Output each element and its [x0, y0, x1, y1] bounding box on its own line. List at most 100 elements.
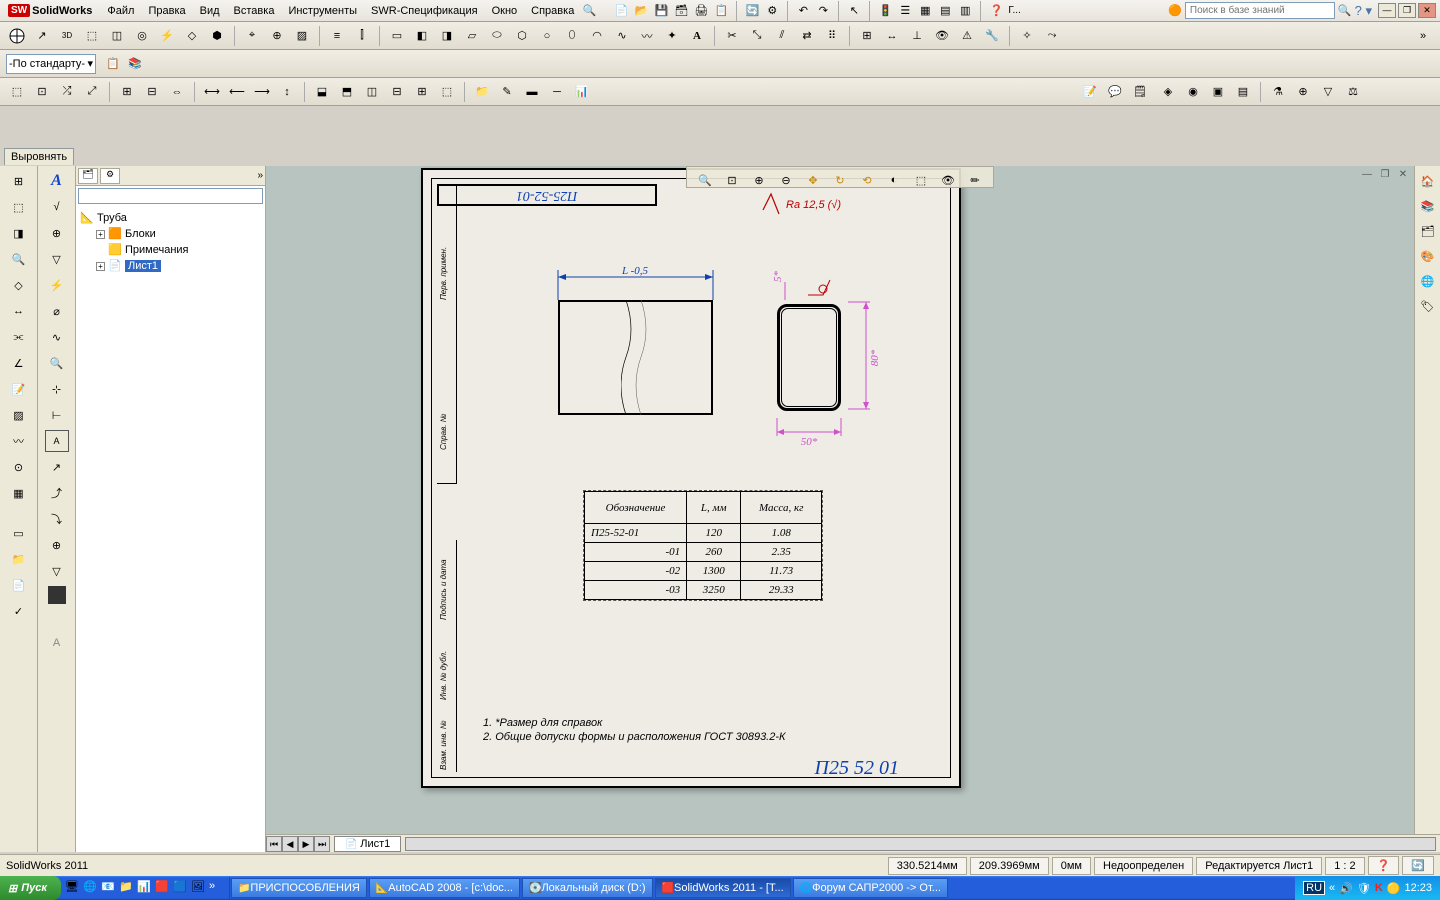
trim-icon[interactable]: ✂ — [721, 25, 743, 47]
tp-appearance-icon[interactable]: 🎨 — [1416, 245, 1440, 267]
sw-help-icon[interactable]: ❓ — [988, 3, 1004, 19]
save-icon[interactable]: 💾 — [653, 3, 669, 19]
lt-wave-icon[interactable]: 〰 — [7, 430, 31, 452]
projected-view-icon[interactable]: 3D — [56, 25, 78, 47]
lt-dim-icon[interactable]: ↔ — [7, 300, 31, 322]
menu-tools[interactable]: Инструменты — [281, 2, 364, 20]
lt2-cl-icon[interactable]: ⊢ — [45, 404, 69, 426]
tray-icon[interactable]: 🟡 — [1387, 882, 1401, 895]
kb-search-input[interactable] — [1185, 2, 1335, 19]
relations-icon[interactable]: ⊥ — [906, 25, 928, 47]
tree-root[interactable]: 📐 Труба — [78, 210, 263, 226]
edit-icon[interactable]: ✎ — [496, 81, 518, 103]
tree-blocks[interactable]: + 🟧 Блоки — [78, 226, 263, 242]
ungroup-icon[interactable]: ⊟ — [141, 81, 163, 103]
tray-expand-icon[interactable]: « — [1329, 882, 1335, 894]
alt-position-icon[interactable]: ⬢ — [206, 25, 228, 47]
lt-hatch-icon[interactable]: ▨ — [7, 404, 31, 426]
section-view-icon[interactable]: ◫ — [106, 25, 128, 47]
quick-snap-icon[interactable]: ✧ — [1016, 25, 1038, 47]
lt2-gtol-icon[interactable]: ⊕ — [45, 222, 69, 244]
display-icon[interactable]: 👁 — [931, 25, 953, 47]
prev-view-icon[interactable]: ⟲ — [855, 169, 879, 191]
panel-tab-label[interactable]: Выровнять — [4, 148, 74, 165]
crop-view-icon[interactable]: ◇ — [181, 25, 203, 47]
lt-aux-icon[interactable]: ◇ — [7, 274, 31, 296]
warn-icon[interactable]: ⚠ — [956, 25, 978, 47]
centerline-icon[interactable]: ⌖ — [241, 25, 263, 47]
pan-icon[interactable]: ✥ — [801, 169, 825, 191]
zoom-out-icon[interactable]: ⊖ — [774, 169, 798, 191]
menu-swr-spec[interactable]: SWR-Спецификация — [364, 2, 485, 20]
new-icon[interactable]: 📄 — [613, 3, 629, 19]
layer-props-icon[interactable]: 📋 — [102, 53, 124, 75]
lt2-hole-icon[interactable]: ⌀ — [45, 300, 69, 322]
align-center-icon[interactable]: ⊡ — [31, 81, 53, 103]
taskbar-item[interactable]: 🌐 Форум САПР2000 -> От... — [793, 878, 948, 898]
lt2-last-icon[interactable]: A — [45, 632, 69, 654]
align-top-icon[interactable]: ⤢ — [81, 81, 103, 103]
menu-edit[interactable]: Правка — [141, 2, 192, 20]
edit-sheet-icon[interactable]: 🗒 — [1129, 81, 1151, 103]
align-right-icon[interactable]: ⤮ — [56, 81, 78, 103]
dim-style3-icon[interactable]: ⟶ — [251, 81, 273, 103]
menu-file[interactable]: Файл — [100, 2, 141, 20]
zoom-in-icon[interactable]: ⊕ — [747, 169, 771, 191]
tp-decal-icon[interactable]: 🏷 — [1416, 295, 1440, 317]
para6-icon[interactable]: ⬚ — [436, 81, 458, 103]
dim-style4-icon[interactable]: ↕ — [276, 81, 298, 103]
ql-icon[interactable]: 🟥 — [155, 880, 171, 896]
mirror-icon[interactable]: ⇄ — [796, 25, 818, 47]
ql-icon[interactable]: 📧 — [101, 880, 117, 896]
doc-close-button[interactable]: ✕ — [1394, 168, 1412, 183]
rebuild-icon[interactable]: 🔄 — [744, 3, 760, 19]
open-icon[interactable]: 📂 — [633, 3, 649, 19]
circle-icon[interactable]: ○ — [536, 25, 558, 47]
lt-rect-icon[interactable]: ▭ — [7, 522, 31, 544]
ql-icon[interactable]: 🟦 — [173, 880, 189, 896]
options-icon[interactable]: ⚙ — [764, 3, 780, 19]
tray-lang[interactable]: RU — [1303, 881, 1325, 895]
dim-style2-icon[interactable]: ⟵ — [226, 81, 248, 103]
help-dropdown-icon[interactable]: ? ▾ — [1355, 3, 1372, 19]
lt-std-icon[interactable]: ⬚ — [7, 196, 31, 218]
lt2-surf-icon[interactable]: √ — [45, 196, 69, 218]
drawing-canvas[interactable]: 🔍 ⊡ ⊕ ⊖ ✥ ↻ ⟲ ◐ ⬚ 👁 ✏ — ❐ ✕ П25-52-01 — [266, 166, 1414, 852]
lt2-spline-icon[interactable]: ∿ — [45, 326, 69, 348]
sheet-prev-icon[interactable]: ◀ — [282, 836, 298, 852]
lt-note-icon[interactable]: 📝 — [7, 378, 31, 400]
balloon-icon[interactable]: 💬 — [1104, 81, 1126, 103]
gtol-icon[interactable]: ⊕ — [1292, 81, 1314, 103]
select-icon[interactable]: ↖ — [846, 3, 862, 19]
tree-tab-feature-icon[interactable]: 🗂 — [78, 168, 98, 184]
rect-icon[interactable]: ▭ — [386, 25, 408, 47]
lt2-down-icon[interactable]: ▽ — [45, 560, 69, 582]
tree-tab-config-icon[interactable]: ⚙ — [100, 168, 120, 184]
scale-icon[interactable]: ⚖ — [1342, 81, 1364, 103]
zoom-fit-icon[interactable]: 🔍 — [693, 169, 717, 191]
para4-icon[interactable]: ⊟ — [386, 81, 408, 103]
ql-icon[interactable]: 🖥 — [65, 880, 81, 896]
lt-page-icon[interactable]: 📄 — [7, 574, 31, 596]
tp-custom-icon[interactable]: 🌐 — [1416, 270, 1440, 292]
doc-minimize-button[interactable]: — — [1358, 168, 1376, 183]
standard-combo[interactable]: -По стандарту-▾ — [6, 54, 96, 74]
note-icon[interactable]: 📝 — [1079, 81, 1101, 103]
spacing-h-icon[interactable]: ⇔ — [166, 81, 188, 103]
lt-section-icon[interactable]: ◨ — [7, 222, 31, 244]
lt-check-icon[interactable]: ✓ — [7, 600, 31, 622]
lt2-leader-icon[interactable]: ⤴ — [45, 482, 69, 504]
annot1-icon[interactable]: ◈ — [1157, 81, 1179, 103]
sheet-tab[interactable]: 📄 Лист1 — [334, 836, 401, 852]
minimize-button[interactable]: — — [1378, 3, 1396, 18]
lt-detail-icon[interactable]: 🔍 — [7, 248, 31, 270]
lt2-text-icon[interactable]: A — [45, 430, 69, 452]
tp-design-icon[interactable]: 📚 — [1416, 195, 1440, 217]
folder-icon[interactable]: 📁 — [471, 81, 493, 103]
lt2-fill-icon[interactable] — [48, 586, 66, 604]
display-style-icon[interactable]: ⬚ — [909, 169, 933, 191]
lt-chain-icon[interactable]: ⫘ — [7, 326, 31, 348]
lt2-arrow-icon[interactable]: ↗ — [45, 456, 69, 478]
arc-icon[interactable]: ◠ — [586, 25, 608, 47]
rapid-icon[interactable]: ⤳ — [1041, 25, 1063, 47]
